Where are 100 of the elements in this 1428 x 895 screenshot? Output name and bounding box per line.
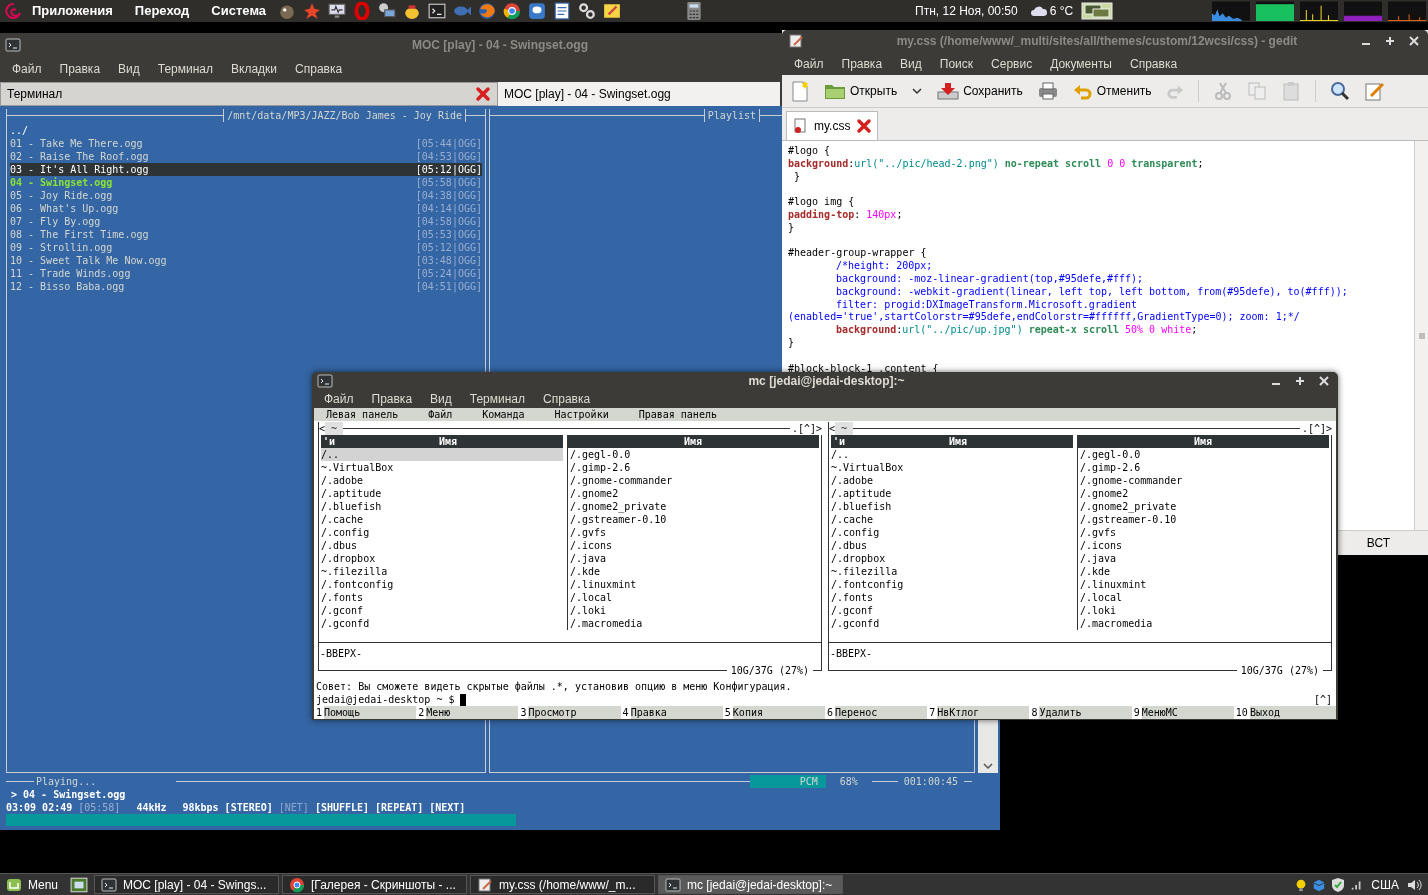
search-icon[interactable] [1329,81,1350,101]
dropdown-caret-icon[interactable] [911,85,924,97]
close-icon[interactable] [856,118,873,134]
close-icon[interactable] [475,86,491,102]
file-entry[interactable]: /.aptitude [321,487,563,500]
track-row[interactable]: 05 - Joy Ride.ogg [04:38|OGG] [10,189,482,202]
file-entry[interactable]: /.aptitude [831,487,1073,500]
menu-item[interactable]: Правая панель [638,408,717,421]
file-entry[interactable]: /.gnome2 [1080,487,1329,500]
file-entry[interactable]: /.linuxmint [570,578,819,591]
calculator-icon[interactable] [685,1,704,21]
track-row[interactable]: 12 - Bisso Baba.ogg [04:51|OGG] [10,280,482,293]
file-entry[interactable]: /.java [570,552,819,565]
task-button[interactable]: MOC [play] - 04 - Swings... [94,875,280,894]
menu-item[interactable]: Левая панель [326,408,399,421]
tab[interactable]: Терминал [0,82,498,106]
open-button[interactable]: Открыть [824,82,898,100]
weather-temperature[interactable]: 6 °C [1049,2,1074,20]
track-row[interactable]: 01 - Take Me There.ogg [05:44|OGG] [10,137,482,150]
file-entry[interactable]: /.gvfs [1080,526,1329,539]
monitor-icon[interactable] [328,2,347,20]
file-entry[interactable]: /.dropbox [831,552,1073,565]
menu-item[interactable]: Файл [794,54,824,73]
menu-item[interactable]: Правка [59,59,101,78]
file-entry[interactable]: /.cache [831,513,1073,526]
box-icon[interactable] [1312,877,1327,892]
file-entry[interactable]: /.kde [570,565,819,578]
parent-directory[interactable]: ../ [10,124,482,137]
file-entry[interactable]: /.dbus [831,539,1073,552]
file-entry[interactable]: /.gnome2_private [570,500,819,513]
file-entry[interactable]: /.gimp-2.6 [570,461,819,474]
file-entry[interactable]: /.fonts [831,591,1073,604]
menu-item[interactable]: Терминал [469,390,526,408]
file-entry[interactable]: ~.filezilla [831,565,1073,578]
save-button[interactable]: Сохранить [937,82,1023,100]
file-entry[interactable]: /.loki [1080,604,1329,617]
panel-menu[interactable]: Система [211,1,267,21]
file-entry[interactable]: /.java [1080,552,1329,565]
column-header[interactable]: 'и Имя [321,435,563,448]
track-row[interactable]: 10 - Sweet Talk Me Now.ogg [03:48|OGG] [10,254,482,267]
task-button[interactable]: [Галерея - Скриншоты - ... [282,875,468,894]
file-entry[interactable]: /.icons [1080,539,1329,552]
menu-item[interactable]: Правка [841,54,883,73]
track-row[interactable]: 11 - Trade Winds.ogg [05:24|OGG] [10,267,482,280]
document-icon[interactable] [553,2,572,20]
file-entry[interactable]: ~.VirtualBox [831,461,1073,474]
menu-item[interactable]: Вид [900,54,922,73]
tab[interactable]: my.css [786,111,879,140]
track-row[interactable]: 06 - What's Up.ogg [04:14|OGG] [10,202,482,215]
file-entry[interactable]: /.dropbox [321,552,563,565]
menu-item[interactable]: Настройки [554,408,609,421]
panel-menu[interactable]: Приложения [32,1,113,21]
file-entry[interactable]: /.gstreamer-0.10 [1080,513,1329,526]
file-entry[interactable]: /.config [321,526,563,539]
track-row[interactable]: 08 - The First Time.ogg [05:53|OGG] [10,228,482,241]
terminal-icon[interactable] [428,2,447,20]
clock[interactable]: Птн, 12 Ноя, 00:50 [915,2,1018,20]
file-entry[interactable]: /.linuxmint [1080,578,1329,591]
menu-item[interactable]: Терминал [157,59,214,78]
file-entry[interactable]: /.adobe [831,474,1073,487]
file-entry[interactable]: /.gnome2_private [1080,500,1329,513]
file-entry[interactable]: /.macromedia [1080,617,1329,630]
menu-item[interactable]: Файл [428,408,453,421]
scrollbar[interactable] [1414,141,1428,530]
panel-menu[interactable]: Переход [134,1,190,21]
column-header[interactable]: Имя [567,435,819,448]
file-entry[interactable]: /.gconf [831,604,1073,617]
printer-icon[interactable] [1036,81,1059,101]
show-desktop-icon[interactable] [70,875,89,894]
file-entry[interactable]: /.fontconfig [831,578,1073,591]
menu-item[interactable]: Команда [482,408,525,421]
file-entry[interactable]: /.dbus [321,539,563,552]
file-entry[interactable]: /.gimp-2.6 [1080,461,1329,474]
teapot-icon[interactable] [403,2,422,20]
track-row[interactable]: 07 - Fly By.ogg [04:58|OGG] [10,215,482,228]
file-entry[interactable]: /.gegl-0.0 [1080,448,1329,461]
maximize-icon[interactable] [1384,35,1396,47]
file-entry[interactable]: /.fontconfig [321,578,563,591]
file-entry[interactable]: /.gvfs [570,526,819,539]
file-entry[interactable]: /.local [570,591,819,604]
menu-item[interactable]: Вид [430,390,452,408]
file-entry[interactable]: /.gnome2 [570,487,819,500]
menu-item[interactable]: Справка [1130,54,1178,73]
file-entry[interactable]: /.. [321,448,563,461]
file-entry[interactable]: /.gnome-commander [1080,474,1329,487]
file-entry[interactable]: ~.filezilla [321,565,563,578]
menu-item[interactable]: Документы [1050,54,1112,73]
file-entry[interactable]: /.gconfd [831,617,1073,630]
file-entry[interactable]: /.gstreamer-0.10 [570,513,819,526]
workspace-switcher-icon[interactable] [1081,2,1114,20]
file-entry[interactable]: /.gegl-0.0 [570,448,819,461]
menu-item[interactable]: Справка [543,390,591,408]
file-entry[interactable]: /.bluefish [321,500,563,513]
file-entry[interactable]: /.gnome-commander [570,474,819,487]
undo-button[interactable]: Отменить [1072,82,1152,100]
file-entry[interactable]: /.gconfd [321,617,563,630]
ring-segments-icon[interactable] [503,2,522,20]
clipboard-icon[interactable] [1280,81,1301,101]
track-row[interactable]: 03 - It's All Right.ogg [05:12|OGG] [10,163,482,176]
notepad-icon[interactable] [603,2,622,20]
